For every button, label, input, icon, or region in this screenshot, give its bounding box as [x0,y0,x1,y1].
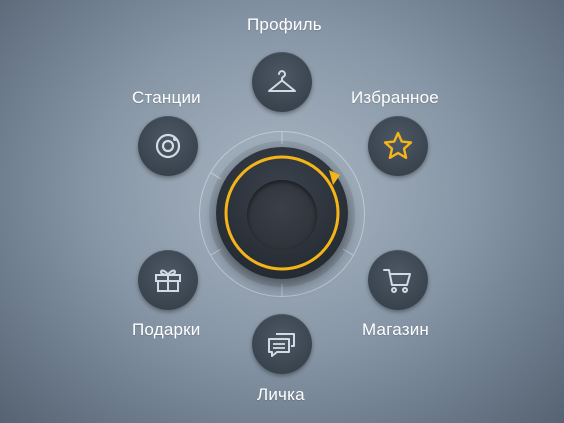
menu-item-label: Подарки [132,320,201,339]
shop-button[interactable] [368,250,428,310]
radio-station-icon [155,133,181,159]
star-icon [383,131,413,159]
dial-center [247,180,317,250]
menu-item-label: Станции [132,88,201,107]
gifts-button[interactable] [138,250,198,310]
menu-item-label: Личка [257,385,305,404]
chat-bubbles-icon [268,333,295,357]
favorites-button[interactable] [368,116,428,176]
messages-button[interactable] [252,314,312,374]
gift-icon [155,269,181,292]
profile-button[interactable] [252,52,312,112]
menu-item-label: Избранное [351,88,439,107]
stations-button[interactable] [138,116,198,176]
cart-icon [383,269,411,293]
radial-menu: Профиль Избранное Магазин Личка Подарки … [0,0,564,423]
menu-item-label: Профиль [247,15,322,34]
hanger-icon [268,70,296,92]
menu-item-label: Магазин [362,320,429,339]
